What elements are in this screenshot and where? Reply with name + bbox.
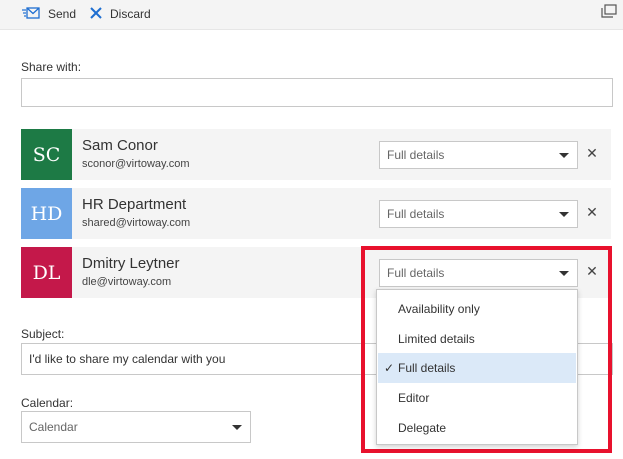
send-button[interactable]: Send xyxy=(22,5,76,23)
menu-item-availability-only[interactable]: Availability only xyxy=(378,294,576,324)
permission-value: Full details xyxy=(387,148,445,162)
shared-person-row: HD HR Department shared@virtoway.com Ful… xyxy=(21,188,611,239)
shared-person-row: SC Sam Conor sconor@virtoway.com Full de… xyxy=(21,129,611,180)
menu-item-label: Limited details xyxy=(398,332,475,346)
remove-person-icon[interactable]: ✕ xyxy=(586,205,598,219)
calendar-dropdown[interactable]: Calendar xyxy=(21,411,251,443)
permission-dropdown[interactable]: Full details xyxy=(379,141,578,169)
person-email: dle@virtoway.com xyxy=(82,276,172,288)
subject-label: Subject: xyxy=(21,327,65,341)
menu-item-label: Editor xyxy=(398,391,430,405)
menu-item-label: Availability only xyxy=(398,302,480,316)
remove-person-icon[interactable]: ✕ xyxy=(586,146,598,160)
calendar-value: Calendar xyxy=(29,420,78,434)
person-name: Dmitry Leytner xyxy=(82,255,180,272)
chevron-down-icon xyxy=(559,153,569,158)
avatar: SC xyxy=(21,129,72,180)
discard-label: Discard xyxy=(110,7,151,21)
permission-dropdown[interactable]: Full details xyxy=(379,200,578,228)
menu-item-editor[interactable]: Editor xyxy=(378,383,576,413)
permission-menu: Availability only Limited details ✓ Full… xyxy=(376,289,578,445)
chevron-down-icon xyxy=(559,212,569,217)
checkmark-icon: ✓ xyxy=(384,361,395,375)
close-x-icon xyxy=(90,6,102,22)
discard-button[interactable]: Discard xyxy=(90,5,151,23)
share-with-label: Share with: xyxy=(21,60,82,74)
person-email: shared@virtoway.com xyxy=(82,217,191,229)
share-with-input[interactable] xyxy=(21,78,613,107)
menu-item-label: Delegate xyxy=(398,421,447,435)
avatar: DL xyxy=(21,247,72,298)
permission-value: Full details xyxy=(387,207,445,221)
person-email: sconor@virtoway.com xyxy=(82,158,190,170)
command-toolbar: Send Discard xyxy=(0,0,623,30)
send-mail-icon xyxy=(22,6,40,22)
person-name: HR Department xyxy=(82,196,187,213)
menu-item-limited-details[interactable]: Limited details xyxy=(378,324,576,354)
chevron-down-icon xyxy=(232,425,242,430)
person-name: Sam Conor xyxy=(82,137,158,154)
calendar-label: Calendar: xyxy=(21,396,74,410)
menu-item-label: Full details xyxy=(398,361,456,375)
menu-item-delegate[interactable]: Delegate xyxy=(378,413,576,443)
menu-item-full-details[interactable]: ✓ Full details xyxy=(378,353,576,383)
popout-window-icon[interactable] xyxy=(601,4,617,18)
avatar: HD xyxy=(21,188,72,239)
send-label: Send xyxy=(48,7,77,21)
